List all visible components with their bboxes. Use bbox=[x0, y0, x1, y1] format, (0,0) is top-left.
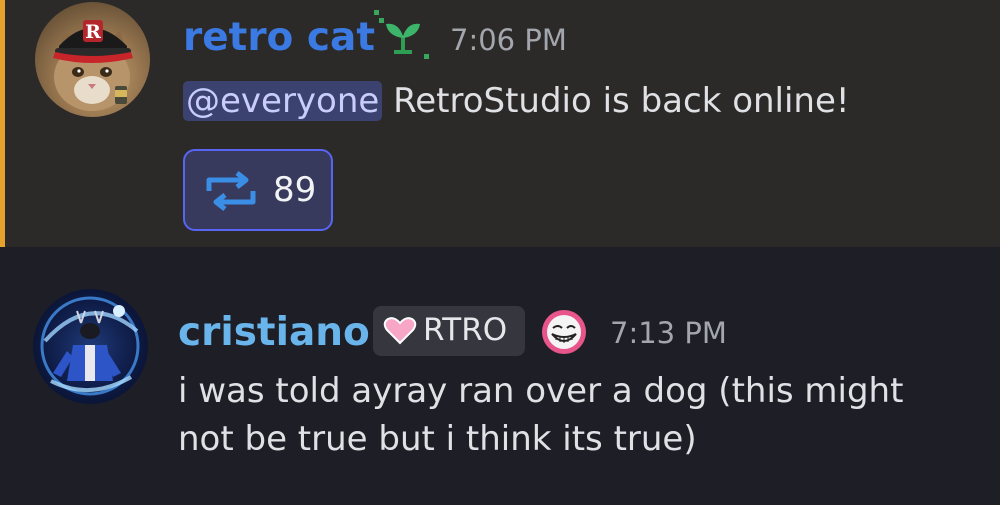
avatar[interactable]: R bbox=[35, 2, 150, 117]
svg-text:R: R bbox=[85, 21, 101, 43]
message-content: i was told ayray ran over a dog (this mi… bbox=[178, 367, 903, 464]
reaction-count: 89 bbox=[273, 170, 317, 210]
message-content: @everyone RetroStudio is back online! bbox=[183, 77, 850, 125]
message-retro-cat: R retro cat 7:06 PM @everyone RetroStudi… bbox=[0, 0, 1000, 247]
troll-face-icon[interactable] bbox=[540, 308, 588, 360]
cat-avatar: R bbox=[53, 20, 133, 111]
clan-tag[interactable]: RTRO bbox=[373, 306, 525, 356]
sprout-icon[interactable] bbox=[374, 10, 432, 66]
reaction-button[interactable]: 89 bbox=[183, 149, 333, 231]
message-line: i was told ayray ran over a dog (this mi… bbox=[178, 371, 904, 411]
username[interactable]: retro cat bbox=[183, 18, 375, 57]
character-avatar bbox=[40, 296, 140, 396]
timestamp: 7:13 PM bbox=[610, 316, 727, 350]
mention-everyone[interactable]: @everyone bbox=[183, 81, 383, 121]
message-text: RetroStudio is back online! bbox=[382, 81, 850, 121]
tag-label: RTRO bbox=[423, 312, 508, 348]
username[interactable]: cristiano bbox=[178, 313, 370, 352]
avatar[interactable] bbox=[33, 289, 148, 404]
heart-icon bbox=[383, 317, 417, 349]
message-line: not be true but i think its true) bbox=[178, 419, 697, 460]
repost-icon bbox=[203, 171, 259, 215]
timestamp: 7:06 PM bbox=[450, 23, 567, 57]
message-cristiano: cristiano RTRO 7:13 PM i was told ayray … bbox=[0, 247, 1000, 505]
